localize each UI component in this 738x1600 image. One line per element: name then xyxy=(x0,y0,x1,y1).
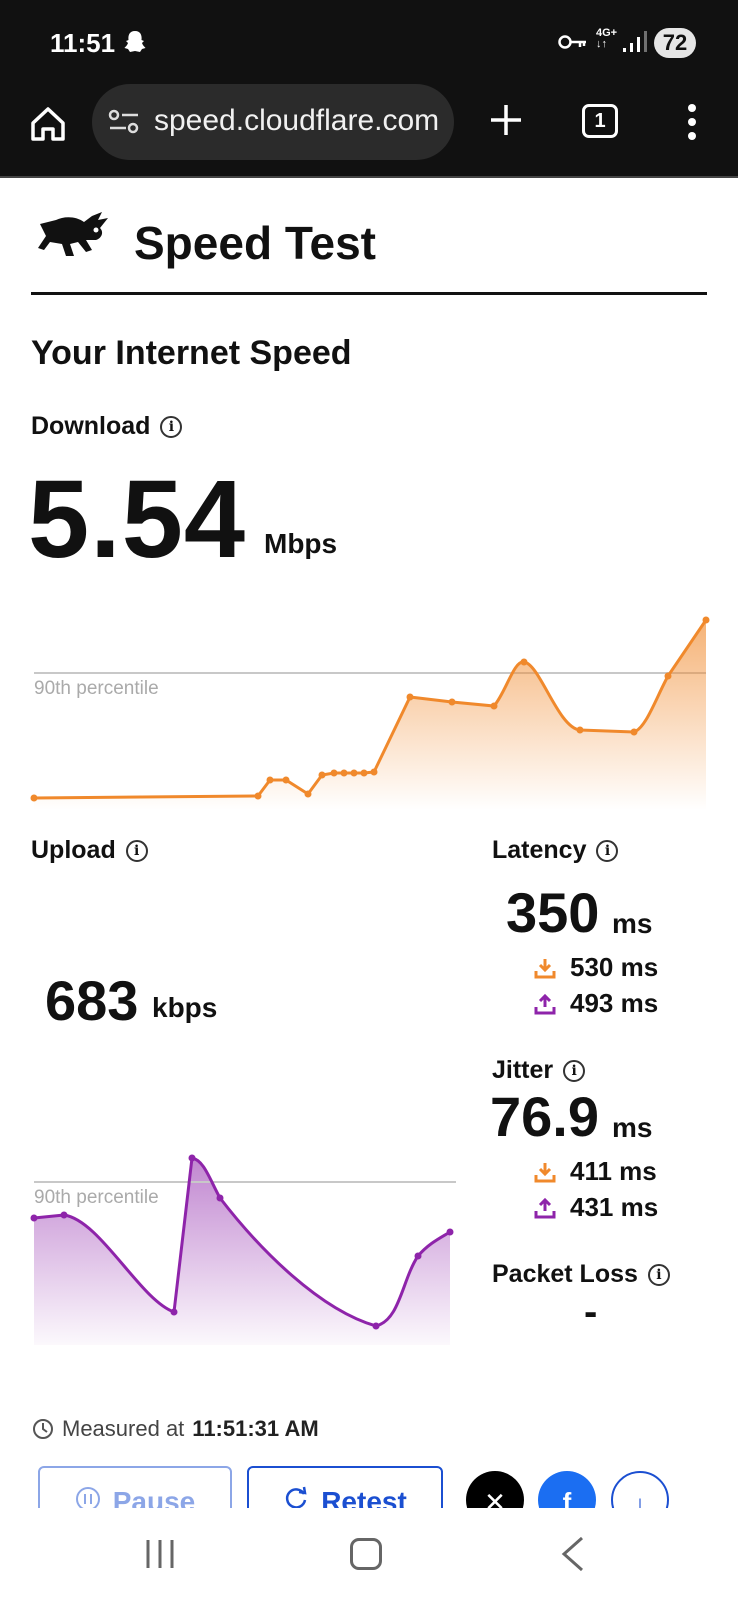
download-icon xyxy=(534,1162,556,1182)
x-logo-icon: ✕ xyxy=(484,1487,506,1508)
download-area xyxy=(34,620,706,810)
url-text: speed.cloudflare.com xyxy=(154,104,440,137)
brand-title: Speed Test xyxy=(134,217,376,269)
jitter-upload-row: 431 ms xyxy=(534,1192,658,1223)
download-percentile-label: 90th percentile xyxy=(34,678,159,699)
download-chart: 90th percentile xyxy=(30,616,710,810)
home-nav-icon[interactable] xyxy=(350,1538,382,1570)
snapchat-ghost-icon xyxy=(124,31,146,52)
upload-icon xyxy=(534,1197,556,1218)
back-icon[interactable] xyxy=(560,1536,586,1572)
upload-icon xyxy=(534,993,556,1014)
packet-loss-value: - xyxy=(584,1290,598,1334)
latency-upload-value: 493 ms xyxy=(570,988,659,1018)
info-icon[interactable]: i xyxy=(125,839,148,862)
pause-icon xyxy=(75,1487,100,1508)
upload-label-text: Upload xyxy=(31,836,116,864)
network-type-indicator: 4G+ ↓↑ xyxy=(596,28,617,50)
jitter-label-text: Jitter xyxy=(492,1056,554,1084)
signal-strength-icon xyxy=(623,31,647,52)
share-facebook-button[interactable]: f xyxy=(538,1471,596,1508)
header-divider xyxy=(31,292,707,295)
new-tab-icon[interactable] xyxy=(486,100,526,140)
site-settings-icon[interactable] xyxy=(108,108,140,136)
download-value: 5.54 xyxy=(28,458,247,581)
download-icon xyxy=(534,958,556,978)
jitter-download-value: 411 ms xyxy=(570,1156,657,1186)
more-options-icon[interactable] xyxy=(682,102,702,142)
measured-prefix: Measured at xyxy=(62,1416,185,1441)
upload-label: Upload i xyxy=(31,836,148,865)
info-icon[interactable]: i xyxy=(596,839,619,862)
pause-button[interactable]: Pause xyxy=(38,1466,232,1508)
data-arrows-icon: ↓↑ xyxy=(596,38,607,50)
browser-toolbar: speed.cloudflare.com 1 xyxy=(0,80,738,178)
status-time: 11:51 xyxy=(50,28,116,58)
upload-percentile-label: 90th percentile xyxy=(34,1187,159,1208)
download-label-text: Download xyxy=(31,412,151,440)
latency-unit: ms xyxy=(612,908,653,939)
latency-download-row: 530 ms xyxy=(534,952,658,983)
info-icon[interactable]: i xyxy=(160,415,183,438)
rabbit-logo-icon xyxy=(38,212,108,256)
download-unit: Mbps xyxy=(264,528,338,559)
address-bar[interactable]: speed.cloudflare.com xyxy=(92,84,454,160)
jitter-value: 76.9 xyxy=(490,1085,599,1148)
home-icon[interactable] xyxy=(28,104,68,144)
latency-label: Latency i xyxy=(492,836,619,865)
retest-label: Retest xyxy=(321,1486,407,1508)
vpn-key-icon xyxy=(558,35,586,49)
section-title: Your Internet Speed xyxy=(31,334,352,372)
jitter-unit: ms xyxy=(612,1112,653,1143)
refresh-icon xyxy=(286,1486,307,1508)
pause-label: Pause xyxy=(112,1486,196,1508)
status-bar: 11:51 4G+ ↓↑ 72 xyxy=(0,0,738,80)
download-label: Download i xyxy=(31,412,183,441)
arrow-down-icon: ↓ xyxy=(633,1489,647,1508)
recent-apps-icon[interactable] xyxy=(144,1538,176,1570)
jitter-download-row: 411 ms xyxy=(534,1156,657,1187)
measured-time: 11:51:31 AM xyxy=(192,1416,319,1441)
packet-loss-label-text: Packet Loss xyxy=(492,1260,638,1288)
upload-chart: 90th percentile xyxy=(30,1154,456,1345)
jitter-upload-value: 431 ms xyxy=(570,1192,659,1222)
clock-icon xyxy=(33,1419,53,1439)
info-icon[interactable]: i xyxy=(563,1059,586,1082)
latency-upload-row: 493 ms xyxy=(534,988,658,1019)
retest-button[interactable]: Retest xyxy=(247,1466,443,1508)
latency-download-value: 530 ms xyxy=(570,952,659,982)
download-results-button[interactable]: ↓ xyxy=(611,1471,669,1508)
facebook-logo-icon: f xyxy=(562,1487,572,1508)
system-nav-bar xyxy=(0,1508,738,1600)
tab-switcher-button[interactable]: 1 xyxy=(582,104,618,138)
packet-loss-label: Packet Loss i xyxy=(492,1260,670,1289)
upload-unit: kbps xyxy=(152,992,218,1023)
latency-label-text: Latency xyxy=(492,836,587,864)
action-buttons: Pause Retest ✕ f ↓ xyxy=(0,1466,738,1508)
measured-at: Measured at 11:51:31 AM xyxy=(32,1416,319,1442)
upload-value: 683 xyxy=(45,969,139,1032)
jitter-label: Jitter i xyxy=(492,1056,586,1085)
info-icon[interactable]: i xyxy=(647,1263,670,1286)
latency-value: 350 xyxy=(506,881,600,944)
share-x-button[interactable]: ✕ xyxy=(466,1471,524,1508)
battery-indicator: 72 xyxy=(654,28,696,58)
